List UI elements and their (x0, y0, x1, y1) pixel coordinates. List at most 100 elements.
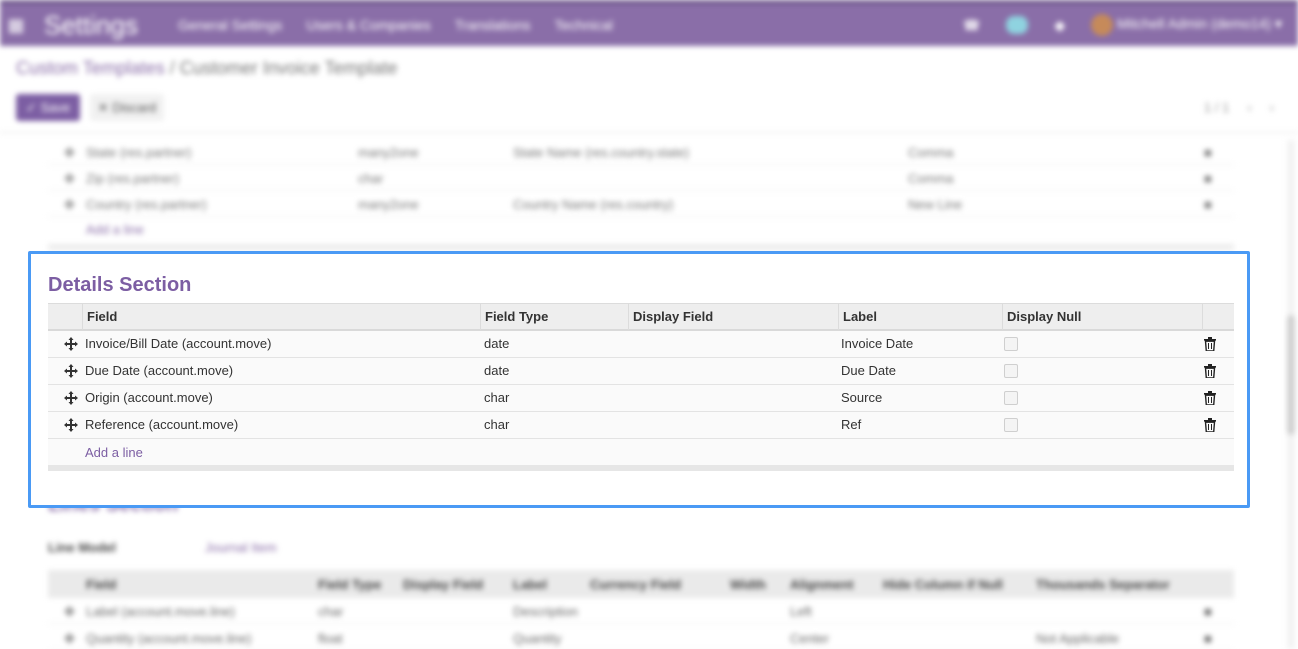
table-row[interactable]: Origin (account.move) char Source (48, 385, 1234, 412)
address-display: State Name (res.country.state) (513, 145, 690, 160)
drag-handle-icon[interactable]: ✥ (64, 604, 75, 620)
lines-header-hide[interactable]: Hide Column if Null (883, 577, 1003, 592)
user-menu[interactable]: Mitchell Admin (demo14) ▾ (1091, 14, 1282, 36)
header-display-null[interactable]: Display Null (1002, 304, 1202, 330)
drag-handle-icon[interactable]: ✥ (64, 145, 75, 161)
trash-icon[interactable]: ■ (1204, 604, 1212, 619)
trash-icon[interactable]: ■ (1204, 631, 1212, 646)
menu-translations[interactable]: Translations (455, 17, 531, 33)
table-footer (48, 244, 1234, 250)
header-handle-col (48, 304, 82, 330)
display-null-checkbox[interactable] (1004, 418, 1018, 432)
drag-handle-icon[interactable]: ✥ (64, 197, 75, 213)
row-field: Invoice/Bill Date (account.move) (85, 336, 272, 351)
trash-icon[interactable] (1204, 391, 1216, 405)
details-section-highlight: Details Section Field Field Type Display… (28, 251, 1250, 508)
lines-type: char (318, 604, 344, 619)
address-add-line[interactable]: Add a line (86, 222, 144, 237)
save-button[interactable]: ✓ Save (16, 94, 80, 121)
address-row[interactable]: ✥ Zip (res.partner) char Comma ■ (48, 165, 1234, 191)
trash-icon[interactable]: ■ (1204, 171, 1212, 186)
table-row[interactable]: Invoice/Bill Date (account.move) date In… (48, 331, 1234, 358)
breadcrumb-current: Customer Invoice Template (179, 58, 398, 78)
breadcrumb: Custom Templates / Customer Invoice Temp… (16, 58, 398, 79)
activity-icon[interactable]: ◆ (1054, 17, 1065, 34)
pager: 1 / 1 ‹ › (1204, 100, 1274, 115)
menu-technical[interactable]: Technical (555, 17, 613, 33)
lines-align: Center (790, 631, 830, 646)
row-field-type: char (484, 417, 510, 432)
lines-header-field[interactable]: Field (86, 577, 116, 592)
pager-prev-icon[interactable]: ‹ (1247, 100, 1251, 115)
details-table-header: Field Field Type Display Field Label Dis… (48, 303, 1234, 331)
lines-header-display[interactable]: Display Field (403, 577, 483, 592)
header-field-type[interactable]: Field Type (480, 304, 628, 330)
drag-handle-icon[interactable] (64, 391, 78, 405)
menu-users-companies[interactable]: Users & Companies (306, 17, 431, 33)
lines-label: Quantity (513, 631, 562, 646)
line-model-value[interactable]: Journal Item (205, 540, 277, 555)
trash-icon[interactable] (1204, 364, 1216, 378)
row-field-type: date (484, 363, 510, 378)
drag-handle-icon[interactable] (64, 418, 78, 432)
display-null-checkbox[interactable] (1004, 364, 1018, 378)
lines-header-alignment[interactable]: Alignment (790, 577, 854, 592)
address-label: New Line (908, 197, 963, 212)
app-brand[interactable]: Settings (44, 10, 138, 41)
address-field: Zip (res.partner) (86, 171, 180, 186)
user-name: Mitchell Admin (demo14) (1117, 15, 1272, 32)
table-row[interactable]: Due Date (account.move) date Due Date (48, 358, 1234, 385)
row-field-type: char (484, 390, 510, 405)
lines-header-currency[interactable]: Currency Field (590, 577, 681, 592)
row-label: Invoice Date (841, 336, 914, 351)
lines-row[interactable]: ✥ Quantity (account.move.line) float Qua… (48, 625, 1234, 649)
header-field[interactable]: Field (82, 304, 480, 330)
drag-handle-icon[interactable] (64, 364, 78, 378)
lines-header-width[interactable]: Width (730, 577, 766, 592)
apps-menu-icon[interactable]: ▦ (0, 15, 32, 36)
lines-row[interactable]: ✥ Label (account.move.line) char Descrip… (48, 598, 1234, 624)
breadcrumb-parent[interactable]: Custom Templates (16, 58, 165, 78)
discard-label: Discard (112, 100, 157, 115)
display-null-checkbox[interactable] (1004, 337, 1018, 351)
lines-header-thousands[interactable]: Thousands Separator (1036, 577, 1170, 592)
trash-icon[interactable]: ■ (1204, 145, 1212, 160)
details-table-footer (48, 465, 1234, 471)
lines-table-header: Field Field Type Display Field Label Cur… (48, 570, 1234, 598)
row-display-field (628, 358, 632, 384)
header-display-field[interactable]: Display Field (628, 304, 838, 330)
address-row[interactable]: ✥ State (res.partner) many2one State Nam… (48, 139, 1234, 165)
add-line-row: Add a line (48, 439, 1234, 465)
address-field: Country (res.partner) (86, 197, 207, 212)
details-table: Field Field Type Display Field Label Dis… (48, 303, 1234, 471)
row-label: Source (841, 390, 883, 405)
details-section-title: Details Section (48, 274, 192, 296)
drag-handle-icon[interactable]: ✥ (64, 171, 75, 187)
display-null-checkbox[interactable] (1004, 391, 1018, 405)
chat-icon[interactable] (1006, 16, 1029, 34)
address-type: char (358, 171, 384, 186)
row-field: Origin (account.move) (85, 390, 213, 405)
header-label[interactable]: Label (838, 304, 1002, 330)
drag-handle-icon[interactable]: ✥ (64, 631, 75, 647)
address-row[interactable]: ✥ Country (res.partner) many2one Country… (48, 191, 1234, 217)
menu-general-settings[interactable]: General Settings (178, 17, 282, 33)
address-label: Comma (908, 145, 954, 160)
trash-icon[interactable] (1204, 418, 1216, 432)
lines-field: Label (account.move.line) (86, 604, 235, 619)
table-row[interactable]: Reference (account.move) char Ref (48, 412, 1234, 439)
lines-header-label[interactable]: Label (513, 577, 547, 592)
header-actions-col (1202, 304, 1234, 330)
scrollbar-thumb[interactable] (1287, 315, 1295, 435)
pager-next-icon[interactable]: › (1270, 100, 1274, 115)
trash-icon[interactable]: ■ (1204, 197, 1212, 212)
row-display-field (628, 412, 632, 438)
trash-icon[interactable] (1204, 337, 1216, 351)
pager-value[interactable]: 1 / 1 (1204, 100, 1229, 115)
lines-header-type[interactable]: Field Type (318, 577, 381, 592)
avatar (1091, 14, 1114, 36)
drag-handle-icon[interactable] (64, 337, 78, 351)
phone-icon[interactable]: ☎ (963, 17, 980, 34)
add-a-line-link[interactable]: Add a line (85, 445, 143, 460)
discard-button[interactable]: ✕ Discard (90, 94, 164, 121)
